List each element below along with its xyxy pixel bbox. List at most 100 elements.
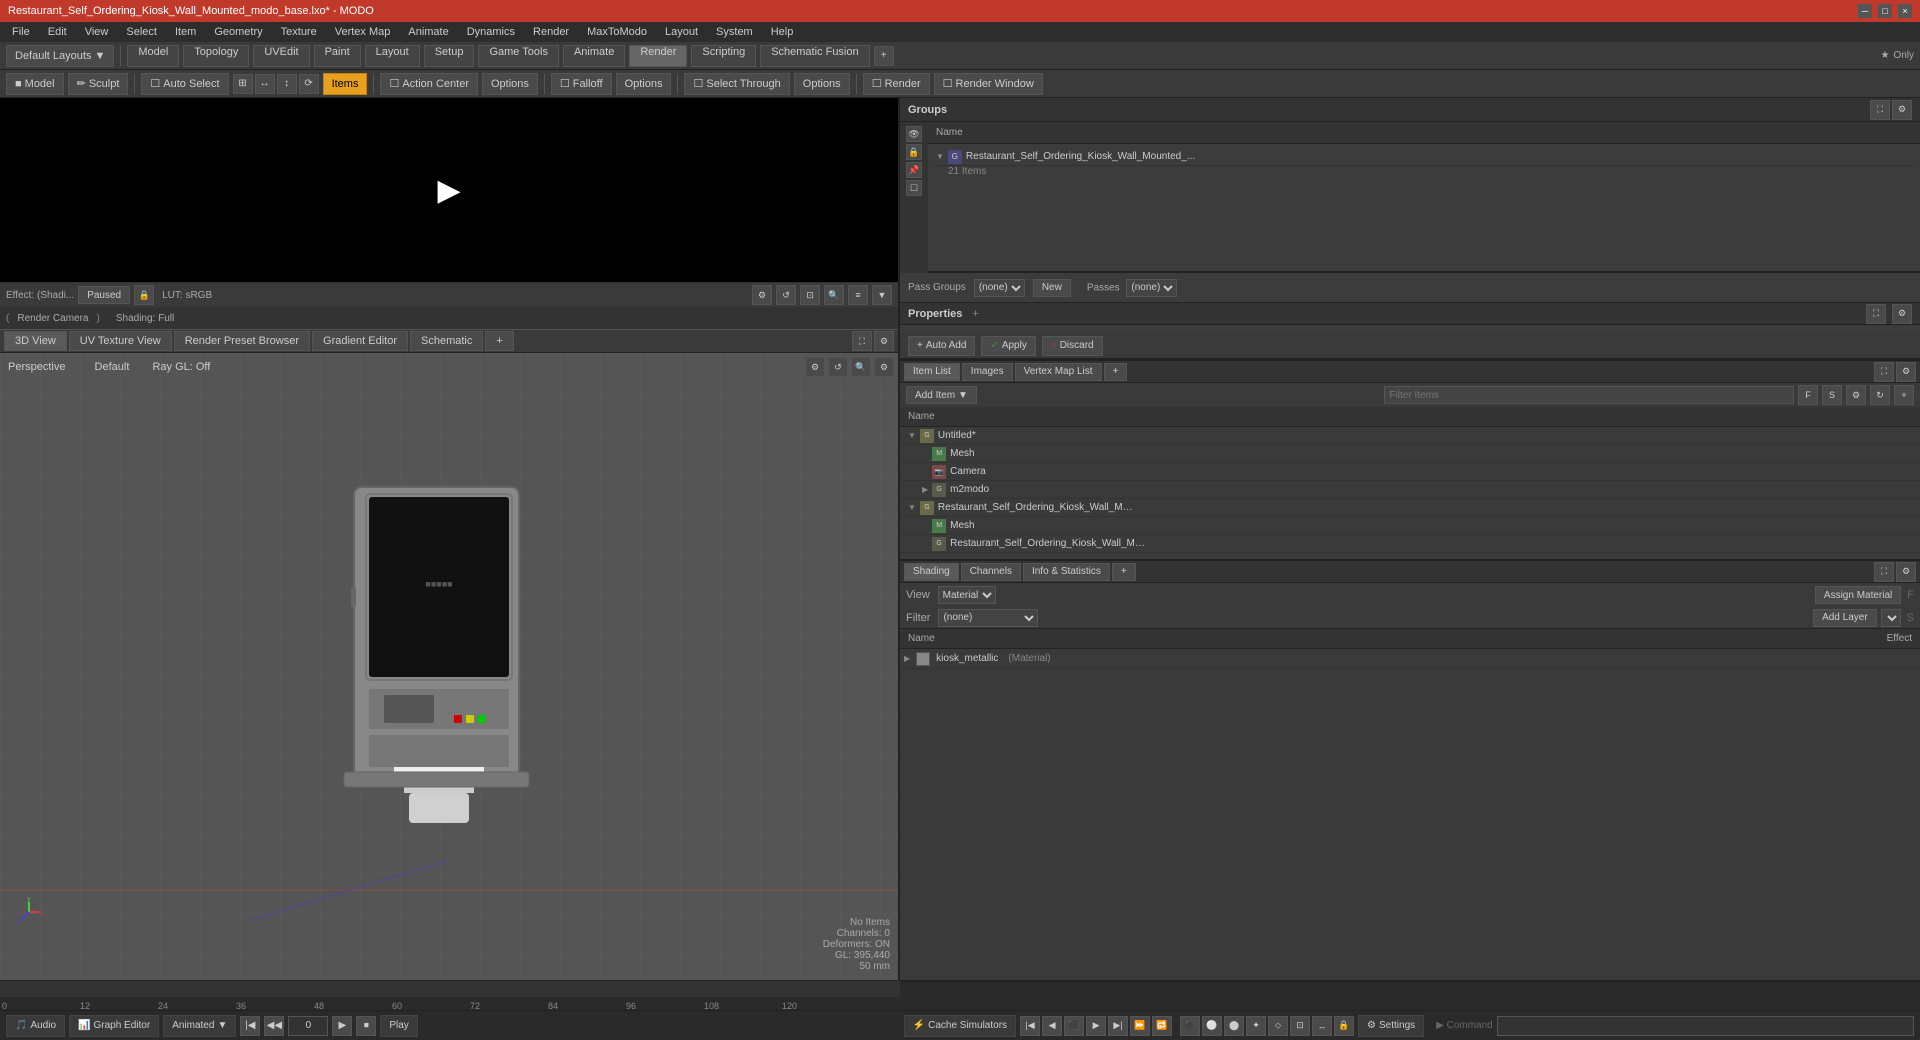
- transport6[interactable]: ⏩: [1130, 1016, 1150, 1036]
- expand-mesh1[interactable]: ▶: [922, 449, 928, 458]
- auto-add-btn[interactable]: + Auto Add: [908, 336, 975, 356]
- filter-settings[interactable]: S: [1822, 385, 1842, 405]
- tab-add[interactable]: +: [485, 331, 513, 351]
- anim-tool7[interactable]: ↔: [1312, 1016, 1332, 1036]
- 3d-viewport[interactable]: Perspective Default Ray GL: Off ⚙ ↺ 🔍 ⚙: [0, 353, 898, 980]
- group-lock[interactable]: 🔒: [906, 144, 922, 160]
- item-row-restaurant[interactable]: ▼ G Restaurant_Self_Ordering_Kiosk_Wall_…: [900, 499, 1920, 517]
- item-row-untitled[interactable]: ▼ G Untitled*: [900, 427, 1920, 445]
- render-window-btn[interactable]: ☐ Render Window: [934, 73, 1043, 95]
- viewport-settings[interactable]: ⚙: [874, 331, 894, 351]
- add-item-btn[interactable]: Add Item ▼: [906, 386, 977, 404]
- render-lock[interactable]: 🔒: [134, 285, 154, 305]
- tab-render-preset[interactable]: Render Preset Browser: [174, 331, 310, 351]
- menu-item[interactable]: Item: [167, 22, 204, 42]
- menu-select[interactable]: Select: [118, 22, 165, 42]
- itemlist-expand[interactable]: ⛶: [1874, 362, 1894, 382]
- tab-shading[interactable]: Shading: [904, 563, 959, 581]
- shading-settings[interactable]: ⚙: [1896, 562, 1916, 582]
- assign-material-btn[interactable]: Assign Material: [1815, 586, 1901, 604]
- tab-channels[interactable]: Channels: [961, 563, 1021, 581]
- cache-sim-btn[interactable]: ⚡ Cache Simulators: [904, 1015, 1016, 1037]
- tab-item-list[interactable]: Item List: [904, 363, 960, 381]
- transform-btn2[interactable]: ↔: [255, 74, 275, 94]
- tab-model[interactable]: Model: [127, 45, 179, 67]
- properties-expand[interactable]: ⛶: [1866, 304, 1886, 324]
- tab-gametools[interactable]: Game Tools: [478, 45, 559, 67]
- expand-camera[interactable]: ▶: [922, 467, 928, 476]
- render-icon4[interactable]: 🔍: [824, 285, 844, 305]
- menu-vertexmap[interactable]: Vertex Map: [327, 22, 399, 42]
- item-row-mesh1[interactable]: ▶ M Mesh: [900, 445, 1920, 463]
- menu-texture[interactable]: Texture: [273, 22, 325, 42]
- render-icon2[interactable]: ↺: [776, 285, 796, 305]
- transport5[interactable]: ▶|: [1108, 1016, 1128, 1036]
- render-icon5[interactable]: ≡: [848, 285, 868, 305]
- itemlist-settings[interactable]: ⚙: [1896, 362, 1916, 382]
- graph-editor-btn[interactable]: 📊 Graph Editor: [69, 1015, 159, 1037]
- add-tab-btn[interactable]: +: [874, 46, 894, 66]
- apply-btn[interactable]: ✓ Apply: [981, 336, 1035, 356]
- action-center-btn[interactable]: ☐ Action Center: [380, 73, 478, 95]
- group-item-row[interactable]: ▼ G Restaurant_Self_Ordering_Kiosk_Wall_…: [932, 148, 1916, 166]
- discard-btn[interactable]: × Discard: [1042, 336, 1103, 356]
- transport2[interactable]: ◀: [1042, 1016, 1062, 1036]
- menu-dynamics[interactable]: Dynamics: [459, 22, 523, 42]
- auto-select-btn[interactable]: ☐ Auto Select: [141, 73, 228, 95]
- frame-input[interactable]: [288, 1016, 328, 1036]
- play-button[interactable]: ▶: [424, 165, 474, 215]
- vp-zoom[interactable]: 🔍: [851, 357, 871, 377]
- options1-btn[interactable]: Options: [482, 73, 538, 95]
- item-row-m2modo[interactable]: ▶ G m2modo: [900, 481, 1920, 499]
- render-zoom-fit[interactable]: ⊡: [800, 285, 820, 305]
- transport7[interactable]: 🔂: [1152, 1016, 1172, 1036]
- anim-tool5[interactable]: ⬦: [1268, 1016, 1288, 1036]
- timeline-track[interactable]: 0 12 24 36 48 60 72 84 96 108 120: [0, 981, 900, 1011]
- anim-tool8[interactable]: 🔒: [1334, 1016, 1354, 1036]
- expand-restaurant-sub[interactable]: ▶: [922, 539, 928, 548]
- tab-add-shading[interactable]: +: [1112, 563, 1136, 581]
- add-layer-btn[interactable]: Add Layer: [1813, 609, 1877, 627]
- group-pin[interactable]: 📌: [906, 162, 922, 178]
- pass-groups-select[interactable]: (none): [974, 279, 1025, 297]
- window-controls[interactable]: ─ □ ×: [1858, 4, 1912, 18]
- tab-paint[interactable]: Paint: [314, 45, 361, 67]
- maximize-btn[interactable]: □: [1878, 4, 1892, 18]
- items-btn[interactable]: Items: [323, 73, 368, 95]
- animated-btn[interactable]: Animated ▼: [163, 1015, 236, 1037]
- filter-items-input[interactable]: [1384, 386, 1794, 404]
- settings-btn[interactable]: ⚙ Settings: [1358, 1015, 1424, 1037]
- transport3[interactable]: ⬛: [1064, 1016, 1084, 1036]
- vp-settings[interactable]: ⚙: [874, 357, 894, 377]
- anim-tool3[interactable]: ⬤: [1224, 1016, 1244, 1036]
- menu-geometry[interactable]: Geometry: [206, 22, 270, 42]
- command-input[interactable]: [1497, 1016, 1914, 1036]
- anim-tool4[interactable]: ✦: [1246, 1016, 1266, 1036]
- tab-schematic[interactable]: Schematic Fusion: [760, 45, 869, 67]
- viewport-expand[interactable]: ⛶: [852, 331, 872, 351]
- render-btn[interactable]: ☐ Render: [863, 73, 930, 95]
- groups-expand[interactable]: ⛶: [1870, 100, 1890, 120]
- menu-view[interactable]: View: [77, 22, 117, 42]
- play-btn[interactable]: ▶: [332, 1016, 352, 1036]
- transform-btn1[interactable]: ⊞: [233, 74, 253, 94]
- tab-layout[interactable]: Layout: [365, 45, 420, 67]
- tab-render[interactable]: Render: [629, 45, 687, 67]
- menu-animate[interactable]: Animate: [400, 22, 456, 42]
- view-select[interactable]: Material: [938, 586, 996, 604]
- tab-vertex-map[interactable]: Vertex Map List: [1015, 363, 1102, 381]
- vp-tool2[interactable]: ↺: [828, 357, 848, 377]
- options3-btn[interactable]: Options: [794, 73, 850, 95]
- groups-settings[interactable]: ⚙: [1892, 100, 1912, 120]
- prev-frame-btn[interactable]: |◀: [240, 1016, 260, 1036]
- anim-tool6[interactable]: ⊡: [1290, 1016, 1310, 1036]
- shading-expand-icon[interactable]: ▶: [904, 654, 910, 663]
- transport1[interactable]: |◀: [1020, 1016, 1040, 1036]
- close-btn[interactable]: ×: [1898, 4, 1912, 18]
- transform-btn3[interactable]: ↕: [277, 74, 297, 94]
- minimize-btn[interactable]: ─: [1858, 4, 1872, 18]
- expand-icon[interactable]: ▼: [936, 152, 944, 161]
- render-icon1[interactable]: ⚙: [752, 285, 772, 305]
- anim-tool1[interactable]: ⚫: [1180, 1016, 1200, 1036]
- default-layouts-dropdown[interactable]: Default Layouts ▼: [6, 45, 114, 67]
